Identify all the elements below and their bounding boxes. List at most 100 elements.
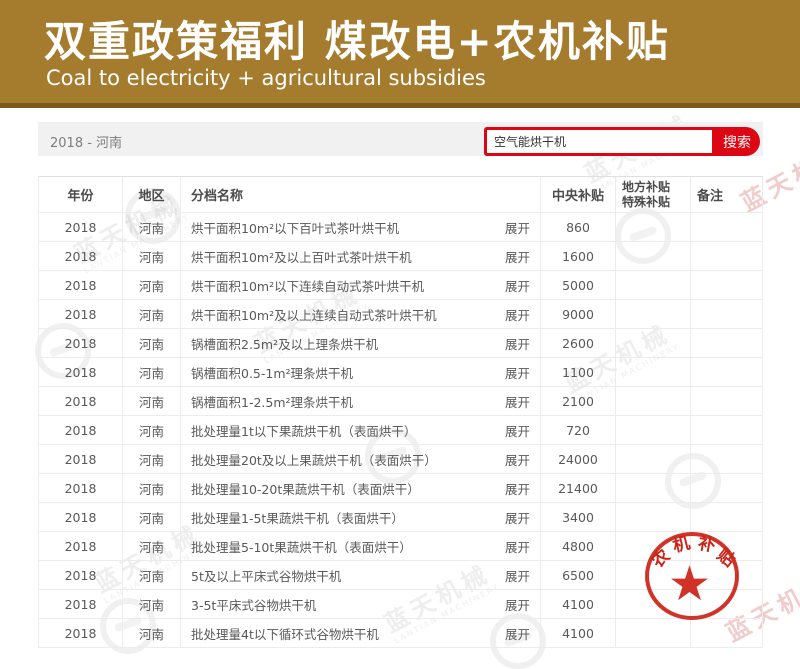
region-cell: 河南 <box>123 329 181 358</box>
year-cell: 2018 <box>38 619 123 648</box>
central-subsidy-cell: 2100 <box>541 387 616 416</box>
remark-cell <box>691 358 763 387</box>
local-subsidy-cell <box>616 213 691 242</box>
expand-link[interactable]: 展开 <box>499 218 530 237</box>
region-cell: 河南 <box>123 532 181 561</box>
local-subsidy-cell <box>616 271 691 300</box>
region-cell: 河南 <box>123 271 181 300</box>
category-cell: 烘干面积10m²及以上连续自动式茶叶烘干机展开 <box>181 300 541 329</box>
category-name: 批处理量5-10t果蔬烘干机（表面烘干） <box>191 537 412 556</box>
col-header-category: 分档名称 <box>181 177 541 213</box>
search-box: 搜索 <box>484 127 760 156</box>
year-cell: 2018 <box>38 474 123 503</box>
category-name: 批处理量4t以下循环式谷物烘干机 <box>191 624 379 643</box>
expand-link[interactable]: 展开 <box>499 276 530 295</box>
category-cell: 烘干面积10m²以下百叶式茶叶烘干机展开 <box>181 213 541 242</box>
table-row: 2018河南锅槽面积0.5-1m²理条烘干机展开1100 <box>38 358 763 387</box>
year-cell: 2018 <box>38 561 123 590</box>
table-header-row: 年份 地区 分档名称 中央补贴 地方补贴 特殊补贴 备注 <box>38 176 763 213</box>
remark-cell <box>691 242 763 271</box>
expand-link[interactable]: 展开 <box>499 566 530 585</box>
central-subsidy-cell: 6500 <box>541 561 616 590</box>
category-cell: 批处理量20t及以上果蔬烘干机（表面烘干） 展开 <box>181 445 541 474</box>
expand-link[interactable]: 展开 <box>499 450 530 469</box>
expand-link[interactable]: 展开 <box>499 247 530 266</box>
remark-cell <box>691 474 763 503</box>
expand-link[interactable]: 展开 <box>499 392 530 411</box>
category-cell: 批处理量10-20t果蔬烘干机（表面烘干）展开 <box>181 474 541 503</box>
region-cell: 河南 <box>123 416 181 445</box>
category-name: 批处理量20t及以上果蔬烘干机（表面烘干） <box>191 450 437 469</box>
year-cell: 2018 <box>38 532 123 561</box>
category-name: 锅槽面积0.5-1m²理条烘干机 <box>191 363 353 382</box>
expand-link[interactable]: 展开 <box>499 595 530 614</box>
central-subsidy-cell: 2600 <box>541 329 616 358</box>
central-subsidy-cell: 4100 <box>541 619 616 648</box>
local-subsidy-cell <box>616 474 691 503</box>
stamp-char: 机 <box>671 535 692 556</box>
table-row: 2018河南烘干面积10m²以下连续自动式茶叶烘干机展开5000 <box>38 271 763 300</box>
central-subsidy-cell: 9000 <box>541 300 616 329</box>
filter-label: 2018 - 河南 <box>50 132 122 151</box>
remark-cell <box>691 503 763 532</box>
category-cell: 锅槽面积2.5m²及以上理条烘干机展开 <box>181 329 541 358</box>
category-cell: 批处理量5-10t果蔬烘干机（表面烘干） 展开 <box>181 532 541 561</box>
col-header-local-line1: 地方补贴 <box>622 180 670 195</box>
category-cell: 锅槽面积0.5-1m²理条烘干机 展开 <box>181 358 541 387</box>
year-cell: 2018 <box>38 329 123 358</box>
remark-cell <box>691 329 763 358</box>
table-row: 2018河南批处理量20t及以上果蔬烘干机（表面烘干）展开24000 <box>38 445 763 474</box>
expand-link[interactable]: 展开 <box>499 363 530 382</box>
expand-link[interactable]: 展开 <box>499 537 530 556</box>
search-button[interactable]: 搜索 <box>712 127 760 156</box>
col-header-region: 地区 <box>123 177 181 213</box>
table-row: 2018河南批处理量1-5t果蔬烘干机（表面烘干）展开3400 <box>38 503 763 532</box>
expand-link[interactable]: 展开 <box>499 421 530 440</box>
local-subsidy-cell <box>616 619 691 648</box>
expand-link[interactable]: 展开 <box>499 624 530 643</box>
local-subsidy-cell <box>616 358 691 387</box>
col-header-central-subsidy: 中央补贴 <box>541 177 616 213</box>
search-input[interactable] <box>487 130 712 153</box>
category-cell: 3-5t平床式谷物烘干机展开 <box>181 590 541 619</box>
year-cell: 2018 <box>38 242 123 271</box>
expand-link[interactable]: 展开 <box>499 479 530 498</box>
remark-cell <box>691 213 763 242</box>
central-subsidy-cell: 24000 <box>541 445 616 474</box>
category-cell: 5t及以上平床式谷物烘干机 展开 <box>181 561 541 590</box>
remark-cell <box>691 387 763 416</box>
expand-link[interactable]: 展开 <box>499 508 530 527</box>
remark-cell <box>691 445 763 474</box>
year-cell: 2018 <box>38 445 123 474</box>
local-subsidy-cell <box>616 387 691 416</box>
remark-cell <box>691 619 763 648</box>
remark-cell <box>691 416 763 445</box>
central-subsidy-cell: 1100 <box>541 358 616 387</box>
region-cell: 河南 <box>123 387 181 416</box>
subsidy-stamp: 农 机 补 贴 ★ <box>645 532 739 620</box>
category-name: 5t及以上平床式谷物烘干机 <box>191 566 341 585</box>
table-row: 2018河南烘干面积10m²以下百叶式茶叶烘干机展开860 <box>38 213 763 242</box>
table-row: 2018河南烘干面积10m²及以上百叶式茶叶烘干机展开1600 <box>38 242 763 271</box>
category-cell: 锅槽面积1-2.5m²理条烘干机展开 <box>181 387 541 416</box>
table-row: 2018河南锅槽面积2.5m²及以上理条烘干机展开2600 <box>38 329 763 358</box>
central-subsidy-cell: 720 <box>541 416 616 445</box>
central-subsidy-cell: 21400 <box>541 474 616 503</box>
expand-link[interactable]: 展开 <box>499 305 530 324</box>
year-cell: 2018 <box>38 300 123 329</box>
region-cell: 河南 <box>123 561 181 590</box>
local-subsidy-cell <box>616 416 691 445</box>
expand-link[interactable]: 展开 <box>499 334 530 353</box>
col-header-remark: 备注 <box>691 177 763 213</box>
region-cell: 河南 <box>123 300 181 329</box>
col-header-year: 年份 <box>38 177 123 213</box>
local-subsidy-cell <box>616 300 691 329</box>
category-cell: 批处理量4t以下循环式谷物烘干机 展开 <box>181 619 541 648</box>
category-name: 烘干面积10m²以下连续自动式茶叶烘干机 <box>191 276 424 295</box>
remark-cell <box>691 300 763 329</box>
table-row: 2018河南批处理量10-20t果蔬烘干机（表面烘干）展开21400 <box>38 474 763 503</box>
central-subsidy-cell: 4800 <box>541 532 616 561</box>
local-subsidy-cell <box>616 503 691 532</box>
table-row: 2018河南批处理量1t以下果蔬烘干机（表面烘干）展开720 <box>38 416 763 445</box>
central-subsidy-cell: 860 <box>541 213 616 242</box>
